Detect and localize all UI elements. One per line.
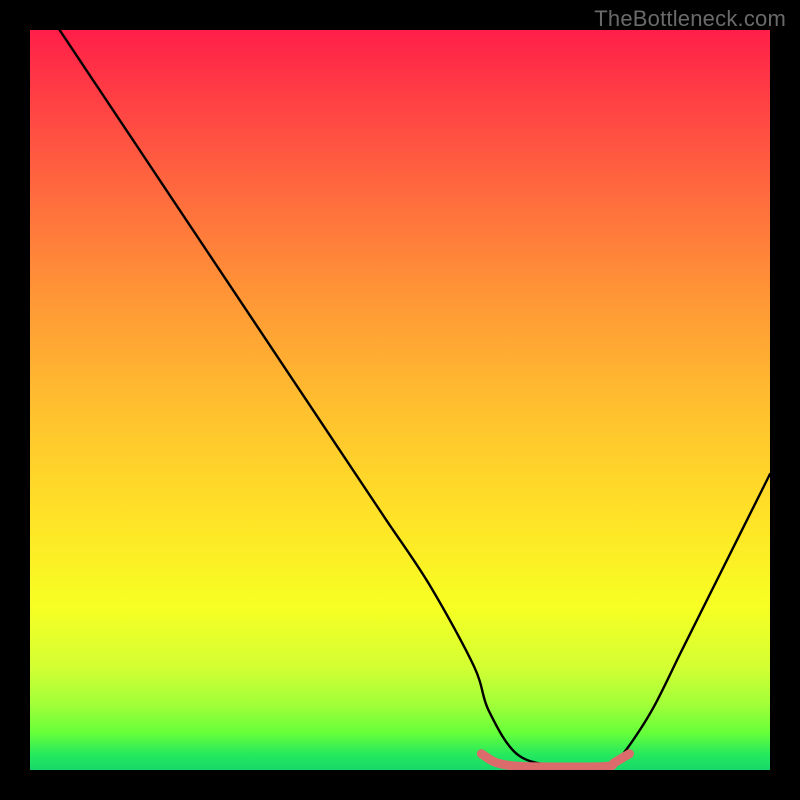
curve-layer [30, 30, 770, 770]
chart-frame: TheBottleneck.com [0, 0, 800, 800]
main-curve [60, 30, 770, 768]
watermark-text: TheBottleneck.com [594, 6, 786, 32]
plot-area [30, 30, 770, 770]
bottom-highlight-curve [481, 754, 629, 767]
